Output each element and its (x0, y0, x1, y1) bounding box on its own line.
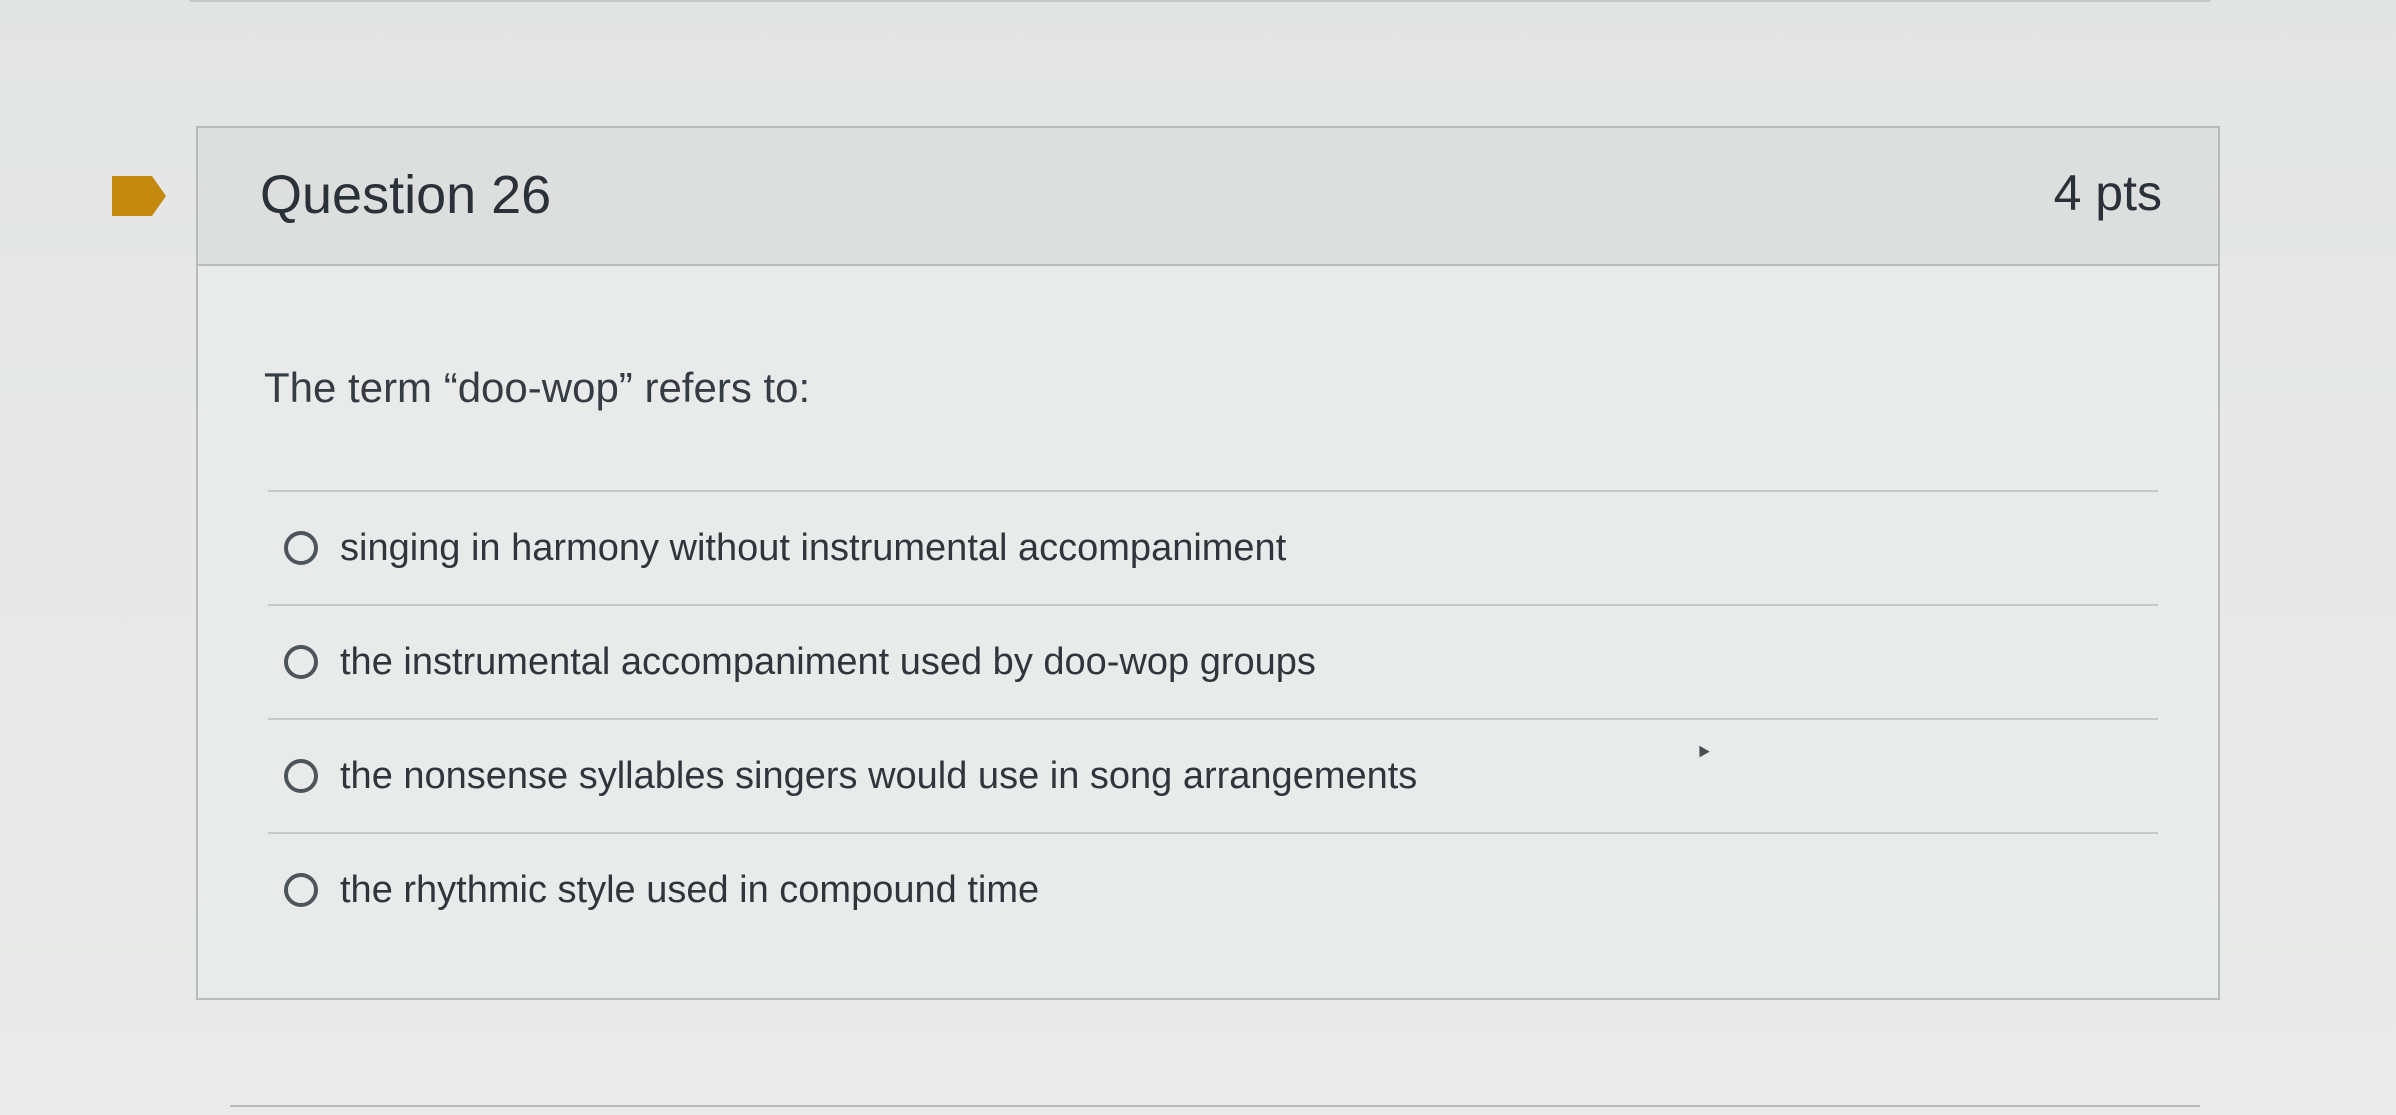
question-points: 4 pts (2053, 165, 2162, 221)
flag-icon[interactable] (112, 176, 166, 216)
answer-option-4[interactable]: the rhythmic style used in compound time (268, 832, 2158, 946)
question-body: The term “doo-wop” refers to: singing in… (198, 266, 2218, 1002)
radio-button-icon[interactable] (284, 531, 318, 565)
answer-option-2[interactable]: the instrumental accompaniment used by d… (268, 604, 2158, 718)
radio-button-icon[interactable] (284, 645, 318, 679)
question-header: Question 26 4 pts (198, 128, 2218, 266)
answer-label: the instrumental accompaniment used by d… (340, 641, 1316, 683)
top-divider (190, 0, 2210, 2)
question-prompt: The term “doo-wop” refers to: (264, 364, 811, 411)
bottom-divider (230, 1105, 2200, 1107)
answer-label: the rhythmic style used in compound time (340, 869, 1040, 911)
radio-button-icon[interactable] (284, 873, 318, 907)
question-card: Question 26 4 pts The term “doo-wop” ref… (196, 126, 2220, 1000)
question-title: Question 26 (260, 165, 552, 225)
answer-list: singing in harmony without instrumental … (268, 490, 2158, 946)
answer-label: singing in harmony without instrumental … (340, 527, 1287, 569)
answer-option-1[interactable]: singing in harmony without instrumental … (268, 490, 2158, 604)
radio-button-icon[interactable] (284, 759, 318, 793)
answer-option-3[interactable]: the nonsense syllables singers would use… (268, 718, 2158, 832)
answer-label: the nonsense syllables singers would use… (340, 755, 1418, 797)
